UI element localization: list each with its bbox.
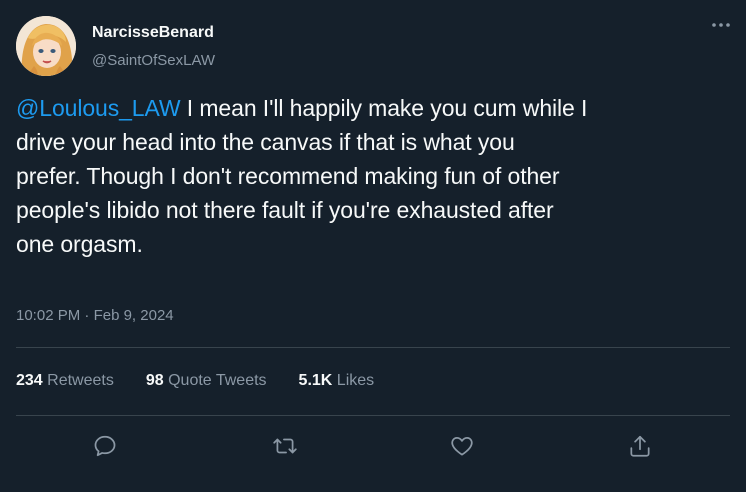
reply-button[interactable] [87, 428, 123, 464]
avatar[interactable] [16, 16, 76, 76]
heart-icon [451, 437, 473, 456]
retweet-icon [273, 438, 297, 454]
timestamp-separator: · [80, 307, 94, 324]
user-handle[interactable]: @SaintOfSexLAW [92, 52, 215, 69]
engagement-stats: 234 Retweets 98 Quote Tweets 5.1K Likes [16, 372, 374, 390]
share-button[interactable] [622, 428, 658, 464]
divider [16, 347, 730, 348]
share-icon [630, 435, 650, 457]
divider [16, 415, 730, 416]
retweets-count: 234 [16, 372, 43, 389]
retweets-label: Retweets [47, 372, 114, 389]
reply-icon [94, 435, 116, 457]
more-options-button[interactable] [710, 18, 732, 32]
quote-tweets-label: Quote Tweets [168, 372, 267, 389]
retweets-stat[interactable]: 234 Retweets [16, 372, 114, 390]
like-button[interactable] [444, 428, 480, 464]
mention-link[interactable]: @Loulous_LAW [16, 95, 181, 121]
tweet-date[interactable]: Feb 9, 2024 [94, 307, 174, 324]
retweet-button[interactable] [267, 428, 303, 464]
timestamp: 10:02 PM · Feb 9, 2024 [16, 307, 174, 324]
quote-tweets-stat[interactable]: 98 Quote Tweets [146, 372, 267, 390]
action-bar [0, 428, 746, 464]
display-name[interactable]: NarcisseBenard [92, 24, 214, 42]
tweet-card: NarcisseBenard @SaintOfSexLAW @Loulous_L… [0, 0, 746, 492]
more-horizontal-icon [712, 23, 730, 27]
tweet-text: @Loulous_LAW I mean I'll happily make yo… [16, 91, 732, 261]
tweet-time[interactable]: 10:02 PM [16, 307, 80, 324]
quote-tweets-count: 98 [145, 372, 164, 389]
likes-stat[interactable]: 5.1K Likes [299, 372, 375, 390]
avatar-image [16, 16, 76, 76]
likes-count: 5.1K [298, 372, 333, 389]
likes-label: Likes [336, 372, 375, 389]
